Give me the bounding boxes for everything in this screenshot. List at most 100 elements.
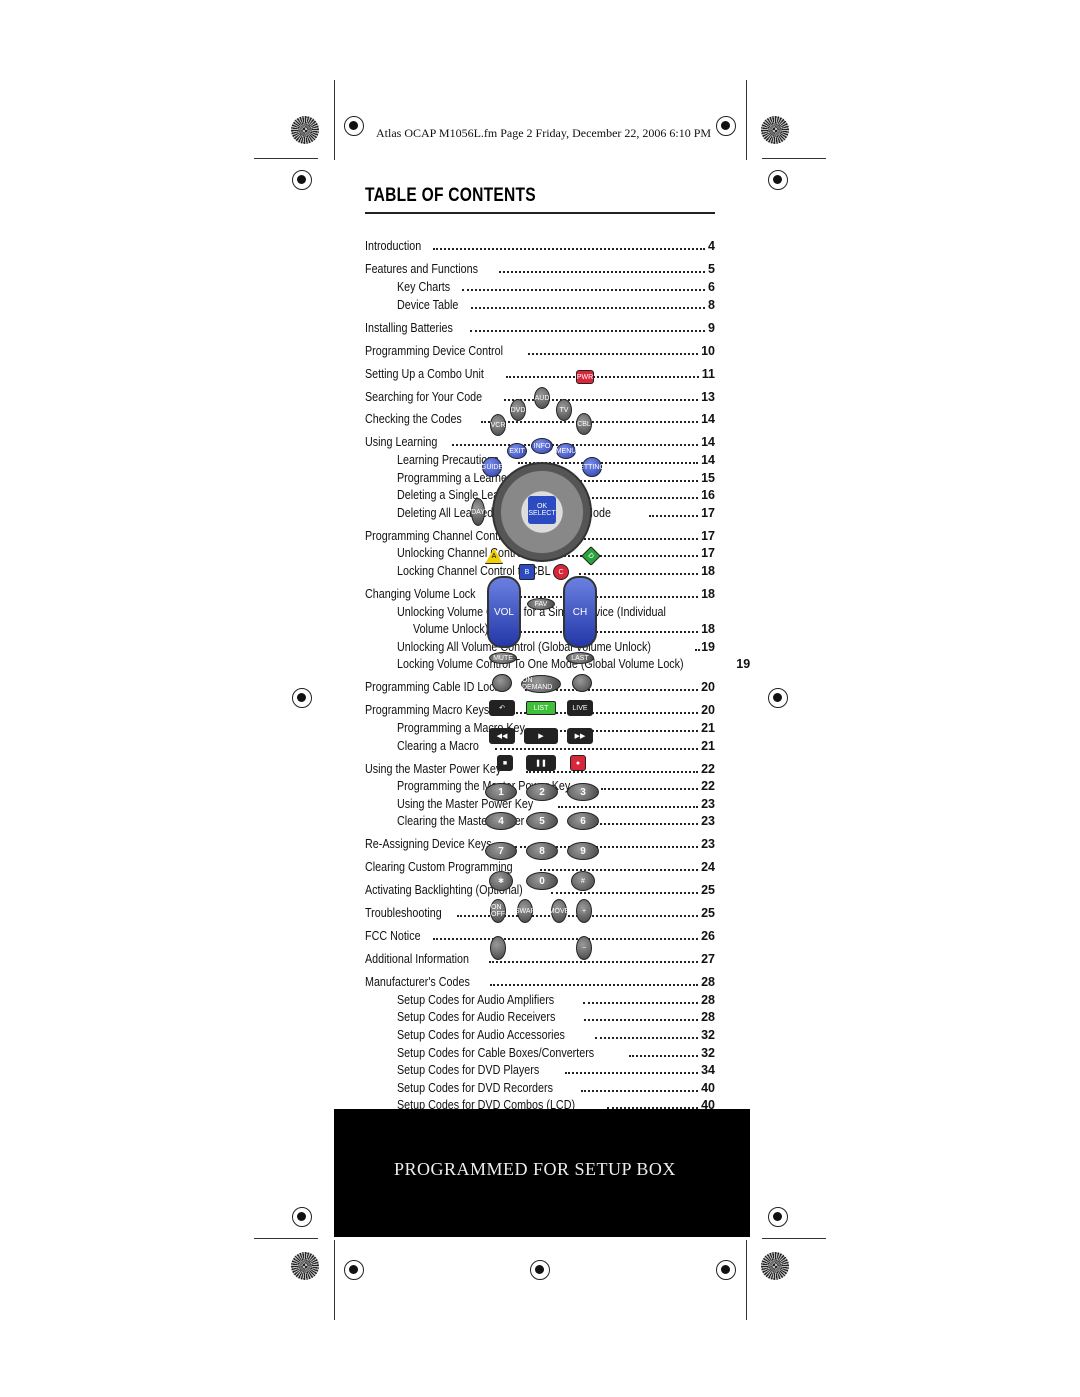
- toc-entry[interactable]: Additional Information 27: [365, 952, 715, 970]
- toc-entry[interactable]: Setup Codes for Audio Accessories 32: [365, 1028, 715, 1046]
- toc-entry[interactable]: Setup Codes for DVD Players 34: [365, 1063, 715, 1081]
- dot-leader: [601, 788, 699, 791]
- remote-key[interactable]: ON OFF: [490, 899, 506, 923]
- toc-entry[interactable]: Programming Device Control 10: [365, 344, 715, 362]
- remote-key[interactable]: MUTE: [489, 652, 517, 664]
- remote-key[interactable]: −: [576, 936, 592, 960]
- remote-key[interactable]: 3: [567, 783, 599, 801]
- remote-key[interactable]: EXIT: [507, 443, 527, 459]
- remote-key[interactable]: [572, 674, 592, 692]
- toc-entry[interactable]: Introduction 4: [365, 239, 715, 257]
- remote-key[interactable]: ✱: [489, 871, 513, 891]
- toc-entry-page: 8: [708, 297, 715, 312]
- toc-entry-title: Unlocking Channel Control: [397, 546, 525, 561]
- toc-entry[interactable]: Locking Volume Control To One Mode (Glob…: [365, 657, 750, 675]
- remote-key[interactable]: [492, 674, 512, 692]
- toc-entry-title: Setup Codes for Audio Accessories: [397, 1027, 565, 1042]
- toc-entry-page: 18: [701, 564, 715, 579]
- dot-leader: [471, 306, 706, 309]
- remote-key[interactable]: PWR: [576, 370, 594, 384]
- toc-entry-page: 32: [701, 1027, 715, 1042]
- remote-key[interactable]: MOVE: [549, 899, 569, 923]
- remote-key[interactable]: SETTINGS: [575, 457, 610, 477]
- toc-entry[interactable]: Locking Channel Control to CBL 18: [365, 564, 715, 582]
- toc-entry-page: 15: [701, 470, 715, 485]
- remote-key[interactable]: ▶▶: [567, 728, 593, 744]
- dot-leader: [452, 444, 699, 447]
- remote-key[interactable]: TV: [556, 399, 572, 421]
- dot-leader: [584, 1019, 699, 1022]
- toc-entry-title: Re-Assigning Device Keys: [365, 837, 492, 852]
- remote-key[interactable]: LIST: [526, 701, 556, 715]
- dot-leader: [432, 938, 699, 941]
- toc-entry-page: 11: [701, 366, 715, 381]
- remote-key[interactable]: ON DEMAND: [521, 675, 561, 693]
- remote-key[interactable]: DAY: [471, 498, 485, 526]
- volume-rocker[interactable]: VOL: [487, 576, 521, 648]
- remote-key[interactable]: DVD: [510, 399, 526, 421]
- remote-key[interactable]: MENU: [556, 443, 576, 459]
- remote-key[interactable]: 4: [485, 812, 517, 830]
- toc-entry[interactable]: Installing Batteries 9: [365, 321, 715, 339]
- toc-entry[interactable]: Key Charts 6: [365, 280, 715, 298]
- toc-entry-page: 20: [701, 680, 715, 695]
- toc-entry[interactable]: Unlocking All Volume Control (Global Vol…: [365, 640, 715, 658]
- toc-entry[interactable]: Device Table 8: [365, 298, 715, 316]
- remote-key[interactable]: LAST: [566, 652, 594, 664]
- toc-entry-page: 17: [701, 546, 715, 561]
- dot-leader: [558, 805, 699, 808]
- remote-key[interactable]: SWAP: [515, 899, 535, 923]
- remote-key[interactable]: 6: [567, 812, 599, 830]
- toc-entry[interactable]: Setup Codes for DVD Recorders 40: [365, 1081, 715, 1099]
- remote-key[interactable]: GUIDE: [481, 457, 503, 477]
- toc-entry[interactable]: Setting Up a Combo Unit 11: [365, 367, 715, 385]
- toc-entry[interactable]: Troubleshooting 25: [365, 906, 715, 924]
- remote-key[interactable]: ↶: [489, 700, 515, 716]
- toc-entry-page: 21: [701, 720, 715, 735]
- remote-key[interactable]: B: [519, 564, 535, 580]
- remote-key[interactable]: ◀◀: [489, 728, 515, 744]
- remote-key[interactable]: ❚❚: [526, 755, 556, 771]
- toc-entry-page: 23: [701, 796, 715, 811]
- remote-key[interactable]: 8: [526, 842, 558, 860]
- remote-key[interactable]: FAV: [527, 598, 555, 610]
- remote-key[interactable]: C: [553, 564, 569, 580]
- toc-entry[interactable]: FCC Notice 26: [365, 929, 715, 947]
- remote-key[interactable]: ■: [497, 755, 513, 771]
- registration-mark: [716, 1260, 736, 1280]
- remote-key[interactable]: INFO: [531, 438, 553, 454]
- channel-rocker[interactable]: CH: [563, 576, 597, 648]
- toc-entry[interactable]: Features and Functions 5: [365, 262, 715, 280]
- dot-leader: [548, 555, 699, 558]
- toc-entry[interactable]: Setup Codes for Cable Boxes/Converters 32: [365, 1046, 715, 1064]
- remote-key[interactable]: 7: [485, 842, 517, 860]
- toc-entry[interactable]: Manufacturer's Codes 28: [365, 975, 715, 993]
- toc-entry[interactable]: Setup Codes for Audio Amplifiers 28: [365, 993, 715, 1011]
- dot-leader: [528, 352, 699, 355]
- toc-entry[interactable]: Checking the Codes 14: [365, 412, 715, 430]
- remote-key[interactable]: [490, 936, 506, 960]
- remote-key[interactable]: AUD: [534, 387, 550, 409]
- toc-entry-page: 40: [701, 1080, 715, 1095]
- remote-key[interactable]: ▶: [524, 728, 558, 744]
- remote-key[interactable]: 9: [567, 842, 599, 860]
- remote-key[interactable]: 1: [485, 783, 517, 801]
- toc-entry[interactable]: Volume Unlock) 18: [365, 622, 715, 640]
- remote-key[interactable]: 2: [526, 783, 558, 801]
- registration-mark: [530, 1260, 550, 1280]
- toc-entry-title: Setup Codes for DVD Players: [397, 1063, 540, 1078]
- toc-entry-title: Manufacturer's Codes: [365, 975, 470, 990]
- ok-select-button[interactable]: OK SELECT: [528, 496, 556, 524]
- toc-entry[interactable]: Setup Codes for Audio Receivers 28: [365, 1010, 715, 1028]
- remote-key[interactable]: LIVE: [567, 700, 593, 716]
- remote-key[interactable]: VCR: [490, 414, 506, 436]
- registration-mark: [768, 1207, 788, 1227]
- dot-leader: [695, 648, 699, 651]
- remote-key[interactable]: 0: [526, 872, 558, 890]
- remote-key[interactable]: CBL: [576, 413, 592, 435]
- remote-key[interactable]: +: [576, 899, 592, 923]
- remote-key[interactable]: #: [571, 871, 595, 891]
- remote-key[interactable]: 5: [526, 812, 558, 830]
- toc-entry-title: Key Charts: [397, 279, 451, 294]
- remote-key[interactable]: ●: [570, 755, 586, 771]
